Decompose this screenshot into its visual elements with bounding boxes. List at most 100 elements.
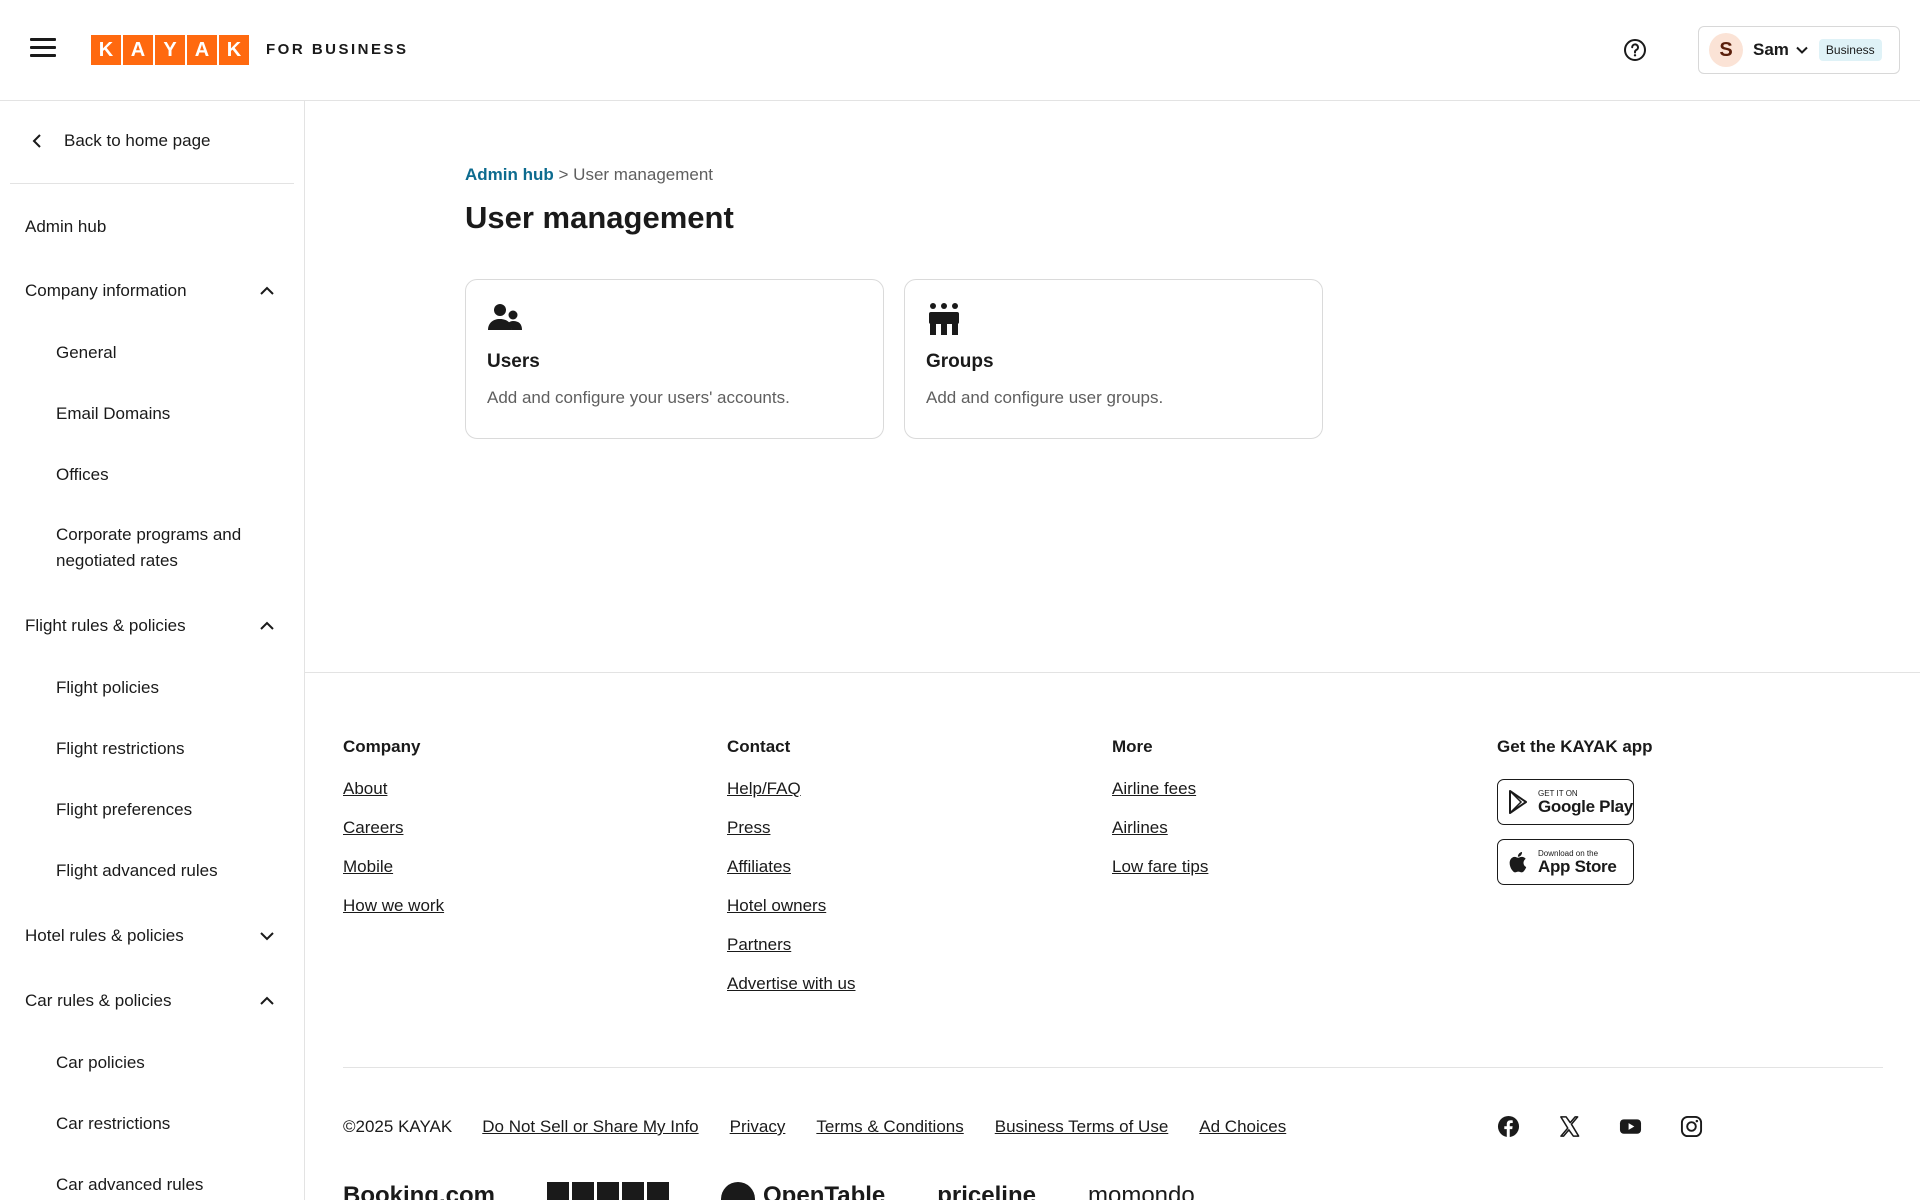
- footer-heading: Get the KAYAK app: [1497, 737, 1653, 756]
- account-menu-button[interactable]: S Sam Business: [1698, 26, 1900, 74]
- back-to-home-link[interactable]: Back to home page: [30, 131, 210, 151]
- footer-column-app: Get the KAYAK app GET IT ON Google Play …: [1497, 737, 1653, 899]
- footer-heading: Contact: [727, 737, 791, 756]
- sidebar-item-label: Corporate programs and negotiated rates: [56, 525, 242, 570]
- sidebar-item-flight-advanced-rules[interactable]: Flight advanced rules: [56, 858, 271, 884]
- footer-column-company: Company About Careers Mobile How we work: [343, 737, 444, 935]
- footer-link-advertise[interactable]: Advertise with us: [727, 974, 856, 994]
- legal-link-do-not-sell[interactable]: Do Not Sell or Share My Info: [482, 1117, 698, 1137]
- sidebar: Back to home page Admin hub Company info…: [0, 101, 305, 1200]
- instagram-icon[interactable]: [1680, 1115, 1703, 1138]
- logo-letter: K: [219, 35, 249, 65]
- sidebar-item-label: Company information: [25, 281, 187, 300]
- sidebar-item-label: Offices: [56, 465, 109, 484]
- social-links: [1497, 1115, 1703, 1138]
- x-icon[interactable]: [1558, 1115, 1581, 1138]
- sidebar-item-label: Hotel rules & policies: [25, 926, 184, 945]
- brand-opentable-label: OpenTable: [763, 1182, 886, 1200]
- sidebar-item-car-advanced-rules[interactable]: Car advanced rules: [56, 1172, 271, 1198]
- footer-link-hotel-owners[interactable]: Hotel owners: [727, 896, 856, 916]
- footer-link-about[interactable]: About: [343, 779, 444, 799]
- sidebar-item-flight-rules[interactable]: Flight rules & policies: [25, 616, 275, 636]
- legal-link-business-terms[interactable]: Business Terms of Use: [995, 1117, 1169, 1137]
- sidebar-item-flight-restrictions[interactable]: Flight restrictions: [56, 736, 271, 762]
- app-store-button[interactable]: Download on the App Store: [1497, 839, 1634, 885]
- footer-link-help[interactable]: Help/FAQ: [727, 779, 856, 799]
- sidebar-item-general[interactable]: General: [56, 340, 271, 366]
- sidebar-item-admin-hub[interactable]: Admin hub: [25, 217, 275, 237]
- chevron-up-icon: [260, 621, 274, 630]
- sidebar-item-hotel-rules[interactable]: Hotel rules & policies: [25, 926, 275, 946]
- sidebar-item-label: Flight rules & policies: [25, 616, 186, 635]
- sidebar-item-label: Car rules & policies: [25, 991, 172, 1010]
- for-business-label: FOR BUSINESS: [266, 41, 409, 58]
- legal-link-terms[interactable]: Terms & Conditions: [816, 1117, 963, 1137]
- brand-opentable[interactable]: OpenTable: [721, 1182, 885, 1200]
- legal-bar: ©2025 KAYAK Do Not Sell or Share My Info…: [343, 1117, 1317, 1137]
- chevron-up-icon: [260, 286, 274, 295]
- sidebar-item-label: Car restrictions: [56, 1114, 171, 1133]
- sidebar-item-flight-preferences[interactable]: Flight preferences: [56, 797, 271, 823]
- sidebar-item-label: Flight policies: [56, 678, 159, 697]
- logo-letter: K: [91, 35, 121, 65]
- sidebar-item-company-information[interactable]: Company information: [25, 281, 275, 301]
- footer-link-careers[interactable]: Careers: [343, 818, 444, 838]
- page-title: User management: [465, 200, 734, 235]
- avatar: S: [1709, 33, 1743, 67]
- kayak-logo[interactable]: K A Y A K: [91, 35, 249, 65]
- brand-booking[interactable]: Booking.com: [343, 1182, 495, 1200]
- legal-link-privacy[interactable]: Privacy: [730, 1117, 786, 1137]
- brand-priceline[interactable]: priceline: [937, 1182, 1036, 1200]
- logo-letter: A: [187, 35, 217, 65]
- top-header: K A Y A K FOR BUSINESS S Sam Business: [0, 0, 1920, 101]
- chevron-left-icon: [32, 134, 41, 148]
- footer-link-airline-fees[interactable]: Airline fees: [1112, 779, 1208, 799]
- card-description: Add and configure your users' accounts.: [487, 388, 790, 407]
- groups-card[interactable]: Groups Add and configure user groups.: [904, 279, 1323, 439]
- footer-link-low-fare-tips[interactable]: Low fare tips: [1112, 857, 1208, 877]
- youtube-icon[interactable]: [1619, 1115, 1642, 1138]
- footer-link-airlines[interactable]: Airlines: [1112, 818, 1208, 838]
- store-big-label: App Store: [1538, 856, 1617, 876]
- users-card[interactable]: Users Add and configure your users' acco…: [465, 279, 884, 439]
- brand-kayak-logo[interactable]: [547, 1182, 670, 1200]
- brand-momondo[interactable]: momondo: [1088, 1182, 1195, 1200]
- footer-heading: More: [1112, 737, 1153, 756]
- user-name: Sam: [1753, 40, 1789, 59]
- sidebar-item-email-domains[interactable]: Email Domains: [56, 401, 271, 427]
- copyright: ©2025 KAYAK: [343, 1117, 453, 1136]
- sidebar-item-car-policies[interactable]: Car policies: [56, 1050, 271, 1076]
- logo-letter: A: [123, 35, 153, 65]
- footer-link-affiliates[interactable]: Affiliates: [727, 857, 856, 877]
- groups-icon: [929, 303, 959, 335]
- footer-link-press[interactable]: Press: [727, 818, 856, 838]
- breadcrumb-admin-hub-link[interactable]: Admin hub: [465, 165, 554, 184]
- logo-letter: Y: [155, 35, 185, 65]
- sidebar-item-offices[interactable]: Offices: [56, 462, 271, 488]
- footer-link-how-we-work[interactable]: How we work: [343, 896, 444, 916]
- google-play-button[interactable]: GET IT ON Google Play: [1497, 779, 1634, 825]
- sidebar-item-label: Car policies: [56, 1053, 145, 1072]
- facebook-icon[interactable]: [1497, 1115, 1520, 1138]
- footer-link-mobile[interactable]: Mobile: [343, 857, 444, 877]
- sidebar-item-car-rules[interactable]: Car rules & policies: [25, 991, 275, 1011]
- breadcrumb-separator: >: [558, 165, 569, 184]
- sidebar-item-flight-policies[interactable]: Flight policies: [56, 675, 271, 701]
- chevron-up-icon: [260, 996, 274, 1005]
- footer-column-more: More Airline fees Airlines Low fare tips: [1112, 737, 1208, 896]
- help-icon[interactable]: [1623, 38, 1647, 62]
- card-title: Users: [487, 351, 540, 372]
- card-description: Add and configure user groups.: [926, 388, 1164, 407]
- sidebar-item-label: Admin hub: [25, 217, 107, 236]
- store-big-label: Google Play: [1538, 796, 1633, 816]
- sidebar-item-label: Car advanced rules: [56, 1175, 204, 1194]
- sidebar-item-corporate-programs[interactable]: Corporate programs and negotiated rates: [56, 522, 271, 574]
- menu-icon[interactable]: [30, 38, 56, 62]
- business-badge: Business: [1818, 39, 1882, 61]
- footer-divider: [343, 1067, 1883, 1068]
- sidebar-divider: [10, 183, 294, 184]
- sidebar-item-car-restrictions[interactable]: Car restrictions: [56, 1111, 271, 1137]
- sidebar-item-label: Flight restrictions: [56, 739, 185, 758]
- footer-link-partners[interactable]: Partners: [727, 935, 856, 955]
- legal-link-ad-choices[interactable]: Ad Choices: [1199, 1117, 1286, 1137]
